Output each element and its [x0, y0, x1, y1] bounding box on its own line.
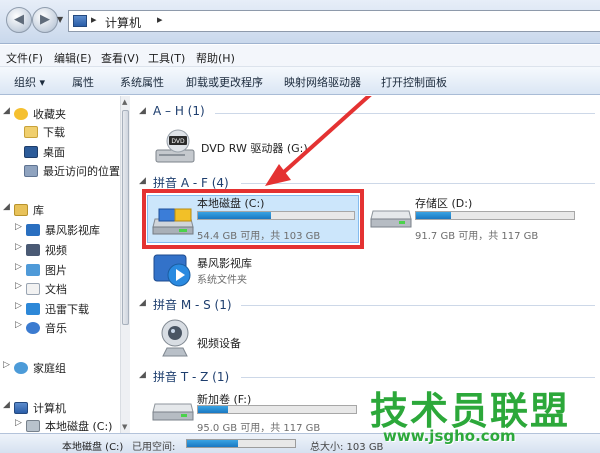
nav-documents[interactable]: ▷ 文档 [15, 281, 67, 299]
nav-label: 迅雷下载 [45, 303, 89, 316]
nav-label: 计算机 [33, 402, 66, 415]
nav-desktop[interactable]: 桌面 [24, 144, 65, 162]
system-properties-button[interactable]: 系统属性 [120, 74, 164, 90]
scrollbar-thumb[interactable] [122, 110, 129, 325]
scroll-down-icon[interactable]: ▼ [122, 423, 127, 431]
forward-arrow-icon: ▶ [40, 12, 50, 27]
menu-help[interactable]: 帮助(H) [196, 50, 235, 66]
document-library-icon [26, 283, 40, 295]
desktop-icon [24, 146, 38, 158]
watermark-url: www.jsgho.com [383, 427, 516, 445]
expand-arrow-icon[interactable]: ▷ [15, 320, 22, 330]
nav-label: 视频 [45, 244, 67, 257]
thunder-download-icon [26, 303, 40, 315]
scroll-up-icon[interactable]: ▲ [122, 98, 127, 106]
music-library-icon [26, 322, 40, 334]
nav-baofeng[interactable]: ▷ 暴风影视库 [15, 222, 100, 240]
status-used-label: 已用空间: [132, 442, 176, 453]
nav-thunder[interactable]: ▷ 迅雷下载 [15, 301, 89, 319]
nav-label: 下载 [43, 126, 65, 139]
recent-places-icon [24, 165, 38, 177]
downloads-folder-icon [24, 126, 38, 138]
properties-button[interactable]: 属性 [72, 74, 94, 90]
hard-drive-icon [26, 420, 40, 432]
expand-arrow-icon[interactable]: ▷ [15, 222, 22, 232]
status-usage-fill [187, 440, 238, 447]
computer-icon [14, 402, 28, 414]
expand-arrow-icon[interactable]: ▷ [15, 262, 22, 272]
video-library-icon [26, 244, 40, 256]
computer-icon [73, 15, 87, 27]
nav-label: 桌面 [43, 146, 65, 159]
expand-arrow-icon[interactable]: ▷ [15, 301, 22, 311]
homegroup-icon [14, 362, 28, 374]
menu-file[interactable]: 文件(F) [6, 50, 43, 66]
address-bar-area: ◀ ▶ ▼ ▸ 计算机 ▸ [0, 0, 600, 44]
picture-library-icon [26, 264, 40, 276]
status-usage-bar [186, 439, 296, 448]
nav-homegroup[interactable]: ▷ 家庭组 [3, 360, 66, 378]
breadcrumb-separator[interactable]: ▸ [91, 13, 97, 26]
map-drive-button[interactable]: 映射网络驱动器 [284, 74, 361, 90]
nav-pictures[interactable]: ▷ 图片 [15, 262, 67, 280]
nav-label: 库 [33, 204, 44, 217]
menu-bar: 文件(F) 编辑(E) 查看(V) 工具(T) 帮助(H) [0, 45, 600, 67]
nav-downloads[interactable]: 下载 [24, 124, 65, 142]
menu-view[interactable]: 查看(V) [101, 50, 139, 66]
nav-computer[interactable]: ◢ 计算机 [3, 400, 66, 418]
nav-label: 家庭组 [33, 362, 66, 375]
star-icon [14, 108, 28, 120]
nav-videos[interactable]: ▷ 视频 [15, 242, 67, 260]
organize-button[interactable]: 组织 ▾ [14, 74, 45, 90]
breadcrumb-separator[interactable]: ▸ [157, 13, 163, 26]
library-icon [14, 204, 28, 216]
navigation-pane: ◢ 收藏夹 下载 桌面 最近访问的位置 ◢ 库 ▷ 暴风影视库 ▷ 视频 ▷ 图… [0, 96, 130, 433]
media-library-icon [26, 224, 40, 236]
nav-label: 收藏夹 [33, 108, 66, 121]
nav-libraries[interactable]: ◢ 库 [3, 202, 44, 220]
nav-label: 最近访问的位置 [43, 165, 120, 178]
expand-arrow-icon[interactable]: ▷ [15, 418, 22, 428]
command-bar: 组织 ▾ 属性 系统属性 卸载或更改程序 映射网络驱动器 打开控制面板 [0, 67, 600, 95]
expand-arrow-icon[interactable]: ▷ [15, 242, 22, 252]
address-input[interactable]: ▸ 计算机 ▸ [68, 10, 600, 32]
status-total: 总大小: 103 GB [310, 442, 384, 453]
back-button[interactable]: ◀ [6, 7, 32, 33]
nav-label: 音乐 [45, 322, 67, 335]
nav-label: 本地磁盘 (C:) [45, 420, 113, 433]
status-drive-name: 本地磁盘 (C:) [62, 442, 124, 453]
nav-scrollbar[interactable]: ▲ ▼ [120, 96, 130, 433]
back-arrow-icon: ◀ [14, 12, 24, 27]
menu-tools[interactable]: 工具(T) [148, 50, 185, 66]
nav-music[interactable]: ▷ 音乐 [15, 320, 67, 338]
menu-edit[interactable]: 编辑(E) [54, 50, 92, 66]
history-dropdown-icon[interactable]: ▼ [57, 15, 63, 24]
expand-arrow-icon[interactable]: ▷ [3, 360, 10, 370]
collapse-arrow-icon[interactable]: ◢ [3, 400, 10, 410]
collapse-arrow-icon[interactable]: ◢ [3, 106, 10, 116]
collapse-arrow-icon[interactable]: ◢ [3, 202, 10, 212]
expand-arrow-icon[interactable]: ▷ [15, 281, 22, 291]
forward-button[interactable]: ▶ [32, 7, 58, 33]
breadcrumb-computer[interactable]: 计算机 [105, 14, 141, 31]
nav-favorites[interactable]: ◢ 收藏夹 [3, 106, 66, 124]
control-panel-button[interactable]: 打开控制面板 [381, 74, 447, 90]
nav-label: 暴风影视库 [45, 224, 100, 237]
nav-label: 图片 [45, 264, 67, 277]
uninstall-button[interactable]: 卸载或更改程序 [186, 74, 263, 90]
nav-local-c[interactable]: ▷ 本地磁盘 (C:) [15, 418, 113, 433]
nav-label: 文档 [45, 283, 67, 296]
nav-recent[interactable]: 最近访问的位置 [24, 163, 120, 181]
